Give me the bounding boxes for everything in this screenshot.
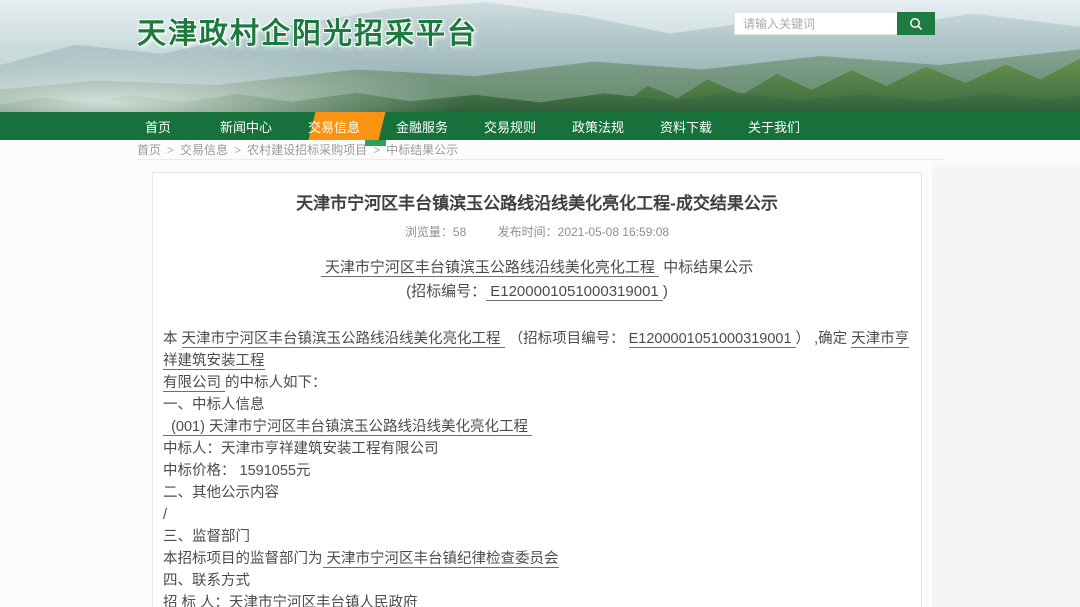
- nav-item-交易规则[interactable]: 交易规则: [466, 112, 554, 140]
- article-line: 本 天津市宁河区丰台镇滨玉公路线沿线美化亮化工程 （招标项目编号： E12000…: [163, 328, 911, 372]
- breadcrumb-link[interactable]: 交易信息: [180, 141, 228, 158]
- article-line: 天津市宁河区丰台镇滨玉公路线沿线美化亮化工程 中标结果公示: [163, 256, 911, 280]
- views-label: 浏览量：: [405, 225, 453, 239]
- nav-item-label: 新闻中心: [220, 117, 272, 136]
- breadcrumb-link[interactable]: 首页: [137, 141, 161, 158]
- nav-item-交易信息[interactable]: 交易信息: [290, 112, 378, 140]
- text-segment: 中标价格： 1591055元: [163, 463, 310, 479]
- text-segment: 中标人：天津市亨祥建筑安装工程有限公司: [163, 441, 439, 457]
- article-body: 本 天津市宁河区丰台镇滨玉公路线沿线美化亮化工程 （招标项目编号： E12000…: [163, 328, 911, 607]
- breadcrumb-link[interactable]: 农村建设招标采购项目: [247, 141, 367, 158]
- article-subtitle: 天津市宁河区丰台镇滨玉公路线沿线美化亮化工程 中标结果公示(招标编号： E120…: [163, 256, 911, 304]
- text-segment: 本招标项目的监督部门为: [163, 551, 323, 567]
- nav-item-新闻中心[interactable]: 新闻中心: [202, 112, 290, 140]
- article-line: 三、监督部门: [163, 526, 911, 548]
- article-line: 一、中标人信息: [163, 394, 911, 416]
- breadcrumb-separator: >: [167, 143, 174, 157]
- header-banner: 天津政村企阳光招采平台: [0, 0, 1080, 112]
- views-value: 58: [453, 225, 466, 239]
- nav-item-政策法规[interactable]: 政策法规: [554, 112, 642, 140]
- nav-item-label: 首页: [145, 117, 171, 136]
- article-line: 招 标 人：天津市宁河区丰台镇人民政府: [163, 592, 911, 607]
- underlined-text: 有限公司: [163, 375, 225, 392]
- article-line: (招标编号： E1200001051000319001 ): [163, 280, 911, 304]
- nav-item-金融服务[interactable]: 金融服务: [378, 112, 466, 140]
- article-line: 四、联系方式: [163, 570, 911, 592]
- text-segment: 三、监督部门: [163, 529, 250, 545]
- nav-item-label: 政策法规: [572, 117, 624, 136]
- page: 天津政村企阳光招采平台 首页新闻中心交易信息金融服务交易规则政策法规资料下载关于…: [0, 0, 1080, 607]
- search-button[interactable]: [897, 12, 935, 35]
- article-line: 二、其他公示内容: [163, 482, 911, 504]
- nav-item-首页[interactable]: 首页: [114, 112, 202, 140]
- nav-item-label: 关于我们: [748, 117, 800, 136]
- publish-time: 发布时间：2021-05-08 16:59:08: [498, 225, 669, 239]
- underlined-text: (001) 天津市宁河区丰台镇滨玉公路线沿线美化亮化工程: [163, 419, 532, 436]
- underlined-text: 天津市宁河区丰台镇滨玉公路线沿线美化亮化工程: [182, 331, 505, 348]
- publish-value: 2021-05-08 16:59:08: [558, 225, 669, 239]
- text-segment: ): [663, 283, 668, 300]
- views-count: 浏览量：58: [405, 225, 466, 239]
- text-segment: 的中标人如下：: [225, 375, 327, 391]
- article-title: 天津市宁河区丰台镇滨玉公路线沿线美化亮化工程-成交结果公示: [163, 189, 911, 214]
- main-nav: 首页 新闻中心 交易信息 金融服务 交易规则 政策法规 资料下载 关于我们: [0, 112, 1080, 140]
- text-segment: (招标编号：: [406, 283, 486, 300]
- article-line: 中标价格： 1591055元: [163, 460, 911, 482]
- underlined-text: E1200001051000319001: [486, 283, 663, 301]
- breadcrumb-link[interactable]: 中标结果公示: [386, 141, 458, 158]
- search-bar: [734, 12, 935, 35]
- underlined-text: 天津市宁河区丰台镇滨玉公路线沿线美化亮化工程: [321, 259, 659, 277]
- article-meta: 浏览量：58 发布时间：2021-05-08 16:59:08: [163, 223, 911, 240]
- text-segment: 四、联系方式: [163, 573, 250, 589]
- text-segment: 一、中标人信息: [163, 397, 265, 413]
- nav-item-label: 交易规则: [484, 117, 536, 136]
- text-segment: /: [163, 507, 167, 523]
- text-segment: ） ,确定: [796, 331, 852, 347]
- text-segment: 本: [163, 331, 182, 347]
- article-line: 有限公司 的中标人如下：: [163, 372, 911, 394]
- article-card: 天津市宁河区丰台镇滨玉公路线沿线美化亮化工程-成交结果公示 浏览量：58 发布时…: [152, 172, 922, 607]
- nav-item-资料下载[interactable]: 资料下载: [642, 112, 730, 140]
- search-icon: [909, 17, 923, 31]
- active-tab-extension: [365, 140, 386, 146]
- text-segment: （招标项目编号：: [505, 331, 629, 347]
- content-area: 天津市宁河区丰台镇滨玉公路线沿线美化亮化工程-成交结果公示 浏览量：58 发布时…: [0, 160, 1080, 607]
- article-line: (001) 天津市宁河区丰台镇滨玉公路线沿线美化亮化工程: [163, 416, 911, 438]
- text-segment: 招 标 人：天津市宁河区丰台镇人民政府: [163, 595, 418, 607]
- nav-item-label: 交易信息: [308, 117, 360, 136]
- publish-label: 发布时间：: [498, 225, 558, 239]
- search-input[interactable]: [734, 12, 897, 35]
- text-segment: 二、其他公示内容: [163, 485, 279, 501]
- text-segment: 中标结果公示: [659, 259, 753, 276]
- breadcrumb-separator: >: [234, 143, 241, 157]
- site-title: 天津政村企阳光招采平台: [137, 10, 478, 52]
- nav-item-label: 金融服务: [396, 117, 448, 136]
- underlined-text: E1200001051000319001: [629, 331, 796, 348]
- underlined-text: 天津市宁河区丰台镇纪律检查委员会: [323, 551, 559, 568]
- article-line: /: [163, 504, 911, 526]
- article-line: 中标人：天津市亨祥建筑安装工程有限公司: [163, 438, 911, 460]
- right-background-panel: [932, 165, 1080, 607]
- breadcrumb: 首页>交易信息>农村建设招标采购项目>中标结果公示: [137, 140, 945, 160]
- nav-item-关于我们[interactable]: 关于我们: [730, 112, 818, 140]
- nav-item-label: 资料下载: [660, 117, 712, 136]
- article-line: 本招标项目的监督部门为 天津市宁河区丰台镇纪律检查委员会: [163, 548, 911, 570]
